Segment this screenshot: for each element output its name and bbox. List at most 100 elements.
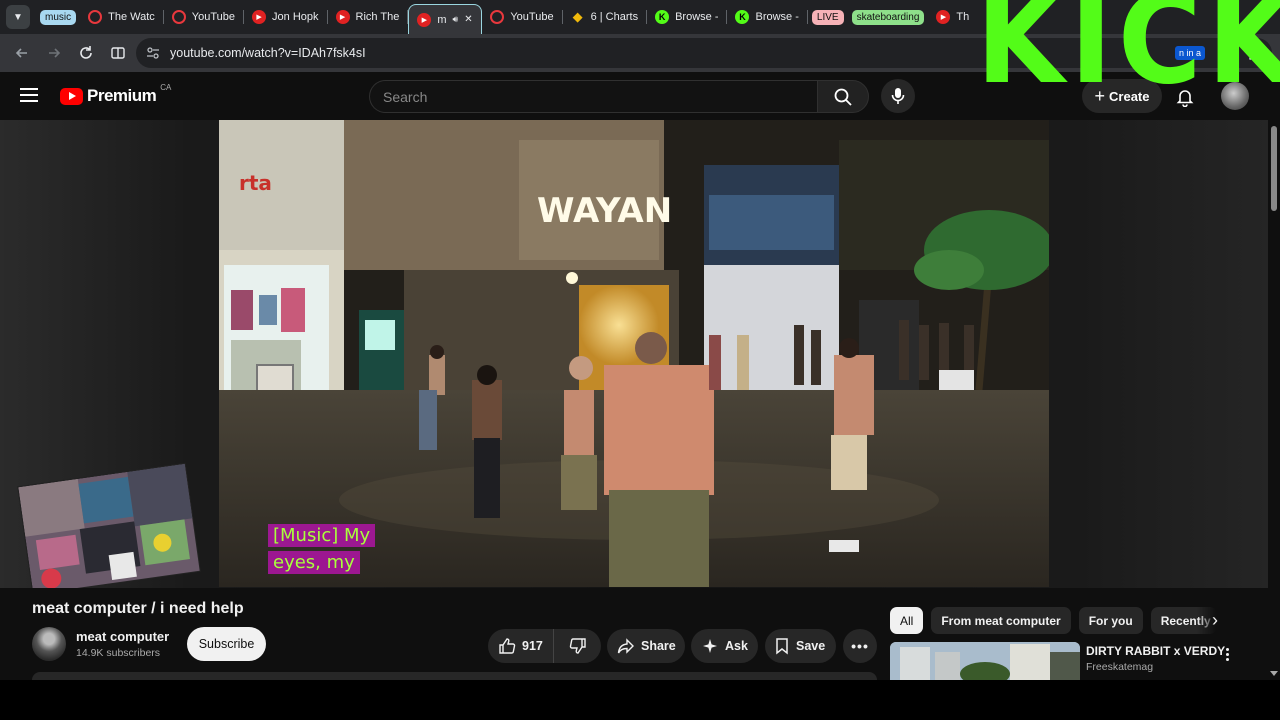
webcam-overlay <box>17 462 201 596</box>
video-title: meat computer / i need help <box>32 600 244 617</box>
ask-label: Ask <box>725 639 748 653</box>
browser-tab[interactable]: K Browse - <box>647 4 726 30</box>
recommendation-thumbnail[interactable] <box>890 642 1080 680</box>
chip-for-you[interactable]: For you <box>1078 607 1143 634</box>
watch-metadata: meat computer / i need help meat compute… <box>0 588 1268 680</box>
thumbs-down-icon <box>569 638 586 654</box>
channel-name[interactable]: meat computer <box>76 629 169 644</box>
browser-tab[interactable]: The Watc <box>80 4 163 30</box>
youtube-premium-logo[interactable]: Premium CA <box>60 82 172 106</box>
ask-button[interactable]: Ask <box>691 629 758 663</box>
video-frame: rta WAYAN <box>219 120 1049 587</box>
tab-group-live[interactable]: LIVE <box>808 4 848 30</box>
share-icon <box>617 638 634 654</box>
tab-active[interactable]: ▶ m 🔊︎ ✕ <box>408 4 483 34</box>
save-label: Save <box>796 639 826 653</box>
video-caption: [Music] My eyes, my <box>268 522 386 576</box>
recommendation-title[interactable]: DIRTY RABBIT x VERDY <box>1086 644 1225 658</box>
recommendation-menu-icon[interactable] <box>1219 644 1235 664</box>
back-button[interactable] <box>8 39 36 67</box>
tab-title: YouTube <box>510 11 554 23</box>
share-label: Share <box>641 639 676 653</box>
tab-title: Browse - <box>675 11 719 23</box>
chip-from-channel[interactable]: From meat computer <box>931 607 1071 634</box>
subscriber-count: 14.9K subscribers <box>76 647 161 659</box>
tab-title: YouTube <box>191 11 236 23</box>
forward-button[interactable] <box>40 39 68 67</box>
channel-avatar[interactable] <box>32 627 66 661</box>
voice-search-button[interactable] <box>881 79 915 113</box>
browser-tab[interactable]: ▶ Th <box>928 4 977 30</box>
description-box[interactable] <box>32 672 877 680</box>
youtube-ring-icon <box>171 10 186 24</box>
like-count: 917 <box>522 639 543 653</box>
browser-tab[interactable]: YouTube <box>482 4 561 30</box>
close-tab-icon[interactable]: ✕ <box>464 14 472 25</box>
tab-group-label: LIVE <box>811 9 844 25</box>
like-dislike-group: 917 <box>488 629 601 663</box>
subscribe-button[interactable]: Subscribe <box>187 627 266 661</box>
kick-icon: K <box>655 10 670 24</box>
dislike-button[interactable] <box>554 637 601 655</box>
sparkle-icon <box>703 639 717 653</box>
tabs-container: music The Watc YouTube ▶ Jon Hopk ▶ Rich The ▶ m… <box>36 0 977 34</box>
speaker-icon[interactable]: 🔊︎ <box>453 14 459 25</box>
tab-search-button[interactable]: ▼ <box>6 5 30 29</box>
tab-title: 6 | Charts <box>590 11 639 23</box>
video-player[interactable]: rta WAYAN <box>219 120 1049 587</box>
search-input[interactable]: Search <box>369 80 817 113</box>
tab-group-label: music <box>40 9 77 25</box>
related-filter-chips: All From meat computer For you Recently <box>890 607 1217 634</box>
reload-icon <box>80 46 92 59</box>
country-code: CA <box>160 82 172 92</box>
site-info-icon[interactable] <box>146 46 160 60</box>
tab-group-label: skateboarding <box>851 9 925 25</box>
chevron-right-icon[interactable]: › <box>1204 607 1226 634</box>
thumbnail-image <box>890 642 1080 680</box>
caption-line-2: eyes, my <box>268 551 360 574</box>
taskbar-area <box>0 680 1280 720</box>
kick-icon: K <box>735 10 750 24</box>
url-text[interactable]: youtube.com/watch?v=IDAh7fsk4sI <box>170 46 366 60</box>
caption-line-1: [Music] My <box>268 524 376 547</box>
split-view-icon <box>111 47 125 59</box>
browser-tab[interactable]: ◆ 6 | Charts <box>563 4 647 30</box>
more-horizontal-icon: ••• <box>851 638 869 654</box>
youtube-icon: ▶ <box>936 10 951 24</box>
share-button[interactable]: Share <box>607 629 685 663</box>
tab-group-music[interactable]: music <box>36 4 80 30</box>
svg-text:rta: rta <box>239 171 272 195</box>
page-scrollbar[interactable] <box>1268 120 1280 680</box>
tab-title: Rich The <box>355 11 400 23</box>
guide-menu-icon[interactable] <box>20 88 38 102</box>
browser-tab[interactable]: K Browse - <box>727 4 806 30</box>
logo-text: Premium <box>87 86 157 105</box>
search-bar: Search <box>369 80 869 113</box>
youtube-icon: ▶ <box>335 10 350 24</box>
microphone-icon <box>891 88 905 104</box>
tab-title: Jon Hopk <box>272 11 319 23</box>
browser-tab[interactable]: ▶ Jon Hopk <box>244 4 326 30</box>
storefront-sign: WAYAN <box>537 191 672 231</box>
more-actions-button[interactable]: ••• <box>843 629 877 663</box>
browser-tab[interactable]: ▶ Rich The <box>328 4 408 30</box>
scroll-down-arrow-icon[interactable] <box>1270 671 1278 676</box>
split-view-button[interactable] <box>104 39 132 67</box>
tab-title: Th <box>956 11 970 23</box>
tab-group-skateboarding[interactable]: skateboarding <box>848 4 929 30</box>
binance-icon: ◆ <box>572 9 583 24</box>
like-button[interactable]: 917 <box>488 629 554 663</box>
browser-tab[interactable]: YouTube <box>164 4 243 30</box>
tab-title: m <box>437 13 447 26</box>
youtube-ring-icon <box>490 10 505 24</box>
search-icon <box>834 88 852 106</box>
search-button[interactable] <box>817 80 869 113</box>
youtube-ring-icon <box>88 10 103 24</box>
chip-all[interactable]: All <box>890 607 924 634</box>
kick-overlay-text: KICK <box>976 0 1280 100</box>
save-button[interactable]: Save <box>765 629 836 663</box>
youtube-icon: ▶ <box>417 12 432 27</box>
recommendation-channel[interactable]: Freeskatemag <box>1086 661 1153 673</box>
scrollbar-thumb[interactable] <box>1271 126 1277 211</box>
reload-button[interactable] <box>72 39 100 67</box>
